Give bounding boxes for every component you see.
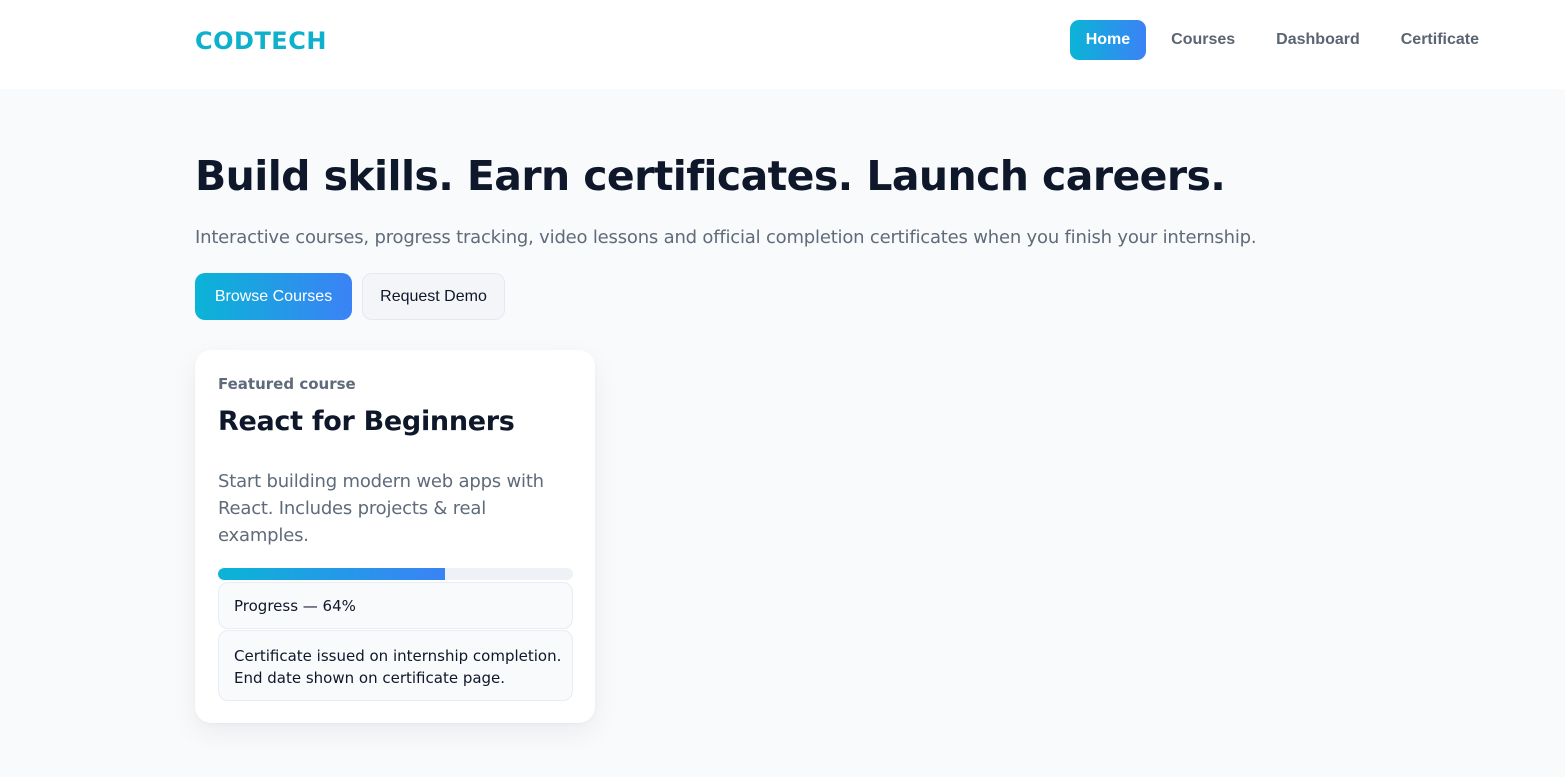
nav-dashboard-link[interactable]: Dashboard — [1260, 20, 1376, 60]
certificate-info-box: Certificate issued on internship complet… — [218, 630, 573, 701]
brand-logo[interactable]: CODTECH — [195, 27, 327, 55]
hero-subtitle: Interactive courses, progress tracking, … — [195, 227, 1257, 248]
request-demo-button[interactable]: Request Demo — [362, 273, 505, 320]
certificate-info-line: Certificate issued on internship complet… — [234, 647, 562, 665]
top-navigation-bar: CODTECH Home Courses Dashboard Certifica… — [0, 0, 1565, 89]
hero-title: Build skills. Earn certificates. Launch … — [195, 152, 1226, 200]
progress-info-box: Progress — 64% — [218, 582, 573, 629]
course-progress-bar — [218, 568, 573, 580]
nav-courses-link[interactable]: Courses — [1155, 20, 1251, 60]
featured-course-card[interactable]: Featured course React for Beginners Star… — [195, 350, 595, 723]
main-nav: Home Courses Dashboard Certificate — [1061, 20, 1495, 60]
certificate-info-line: End date shown on certificate page. — [234, 669, 506, 687]
nav-certificate-link[interactable]: Certificate — [1385, 20, 1495, 60]
course-description: Start building modern web apps with Reac… — [218, 471, 544, 546]
nav-home-link[interactable]: Home — [1069, 20, 1147, 60]
card-kicker-label: Featured course — [218, 375, 356, 393]
browse-courses-button[interactable]: Browse Courses — [195, 273, 352, 320]
course-title: React for Beginners — [218, 406, 515, 437]
course-progress-fill — [218, 568, 446, 580]
